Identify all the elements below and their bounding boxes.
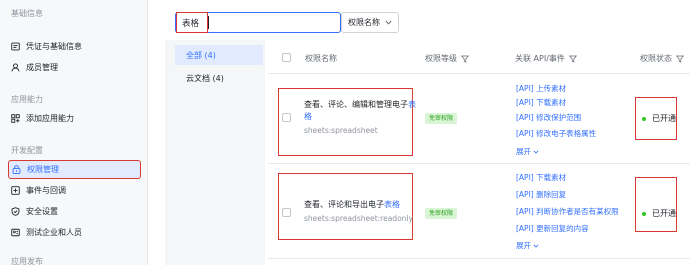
permission-name: 查看、评论和导出电子表格	[304, 200, 400, 209]
api-link[interactable]: [API] 更新回复的内容	[516, 223, 589, 234]
text-caret	[208, 16, 209, 29]
api-link[interactable]: [API] 下载素材	[516, 97, 566, 108]
chevron-down-icon	[385, 19, 392, 27]
sidebar-item-label: 测试企业和人员	[26, 228, 82, 237]
sidebar-item-credentials[interactable]: 凭证与基础信息	[8, 37, 141, 56]
api-link[interactable]: [API] 修改保护范围	[516, 112, 581, 123]
select-all-checkbox[interactable]	[282, 53, 291, 62]
filter-field-select[interactable]: 权限名称	[341, 12, 399, 33]
permission-key: sheets:spreadsheet	[304, 126, 378, 135]
filter-icon[interactable]	[568, 55, 577, 63]
permission-status: 已开通	[642, 113, 676, 124]
status-dot	[642, 116, 646, 121]
category-panel: 全部 (4) 云文档 (4)	[165, 40, 265, 265]
expand-button[interactable]: 展开	[516, 240, 539, 251]
api-link[interactable]: [API] 上传素材	[516, 83, 566, 94]
section-basic-info: 基础信息	[11, 9, 43, 18]
header-related-api[interactable]: 关联 API/事件	[515, 53, 577, 64]
shield-icon	[11, 207, 20, 216]
sidebar-item-permissions[interactable]: 权限管理	[8, 160, 141, 179]
sidebar-item-label: 事件与回调	[26, 186, 66, 195]
chevron-down-icon	[533, 244, 539, 248]
api-link[interactable]: [API] 删除回复	[516, 189, 566, 200]
row-divider	[268, 163, 690, 164]
api-link[interactable]: [API] 修改电子表格属性	[516, 128, 596, 139]
category-cloud-docs[interactable]: 云文档 (4)	[175, 68, 263, 88]
sidebar-item-events[interactable]: 事件与回调	[8, 181, 141, 200]
id-card-icon	[11, 42, 20, 51]
sidebar-item-label: 安全设置	[26, 207, 58, 216]
section-app-release: 应用发布	[11, 257, 43, 265]
header-permission-status[interactable]: 权限状态	[640, 53, 684, 64]
sidebar-item-add-capability[interactable]: 添加应用能力	[8, 109, 141, 128]
sidebar-item-label: 凭证与基础信息	[26, 42, 82, 51]
header-divider	[268, 73, 690, 74]
filter-icon[interactable]	[461, 55, 469, 63]
permission-name: 查看、评论、编辑和管理电子表格	[304, 100, 416, 121]
test-users-icon	[11, 228, 20, 237]
sidebar-item-label: 添加应用能力	[26, 114, 74, 123]
filter-field-label: 权限名称	[348, 18, 380, 27]
apps-add-icon	[11, 114, 20, 123]
sidebar-item-test-enterprise[interactable]: 测试企业和人员	[8, 223, 141, 242]
permission-level-badge: 免审权限	[425, 113, 458, 124]
status-highlight-box	[635, 177, 677, 232]
sidebar-item-label: 成员管理	[26, 63, 58, 72]
sidebar-item-security[interactable]: 安全设置	[8, 202, 141, 221]
sidebar-item-label: 权限管理	[27, 165, 59, 174]
expand-button[interactable]: 展开	[516, 146, 539, 157]
sidebar-item-members[interactable]: 成员管理	[8, 58, 141, 77]
row-divider	[268, 258, 690, 259]
section-app-capability: 应用能力	[11, 95, 43, 104]
filter-icon[interactable]	[676, 55, 684, 63]
permission-key: sheets:spreadsheet:readonly	[304, 214, 413, 223]
user-icon	[11, 63, 20, 72]
api-link[interactable]: [API] 判断协作者是否有某权限	[516, 206, 619, 217]
api-link[interactable]: [API] 下载素材	[516, 172, 566, 183]
event-box-icon	[11, 186, 20, 195]
header-permission-level[interactable]: 权限等级	[425, 53, 469, 64]
status-dot	[642, 211, 646, 216]
header-permission-name: 权限名称	[305, 54, 337, 63]
permission-level-badge: 免审权限	[425, 208, 458, 219]
search-input[interactable]: 表格	[175, 12, 341, 33]
chevron-down-icon	[533, 150, 539, 154]
search-input-value: 表格	[182, 19, 200, 29]
sidebar: 基础信息 凭证与基础信息 成员管理 应用能力 添加应用能力 开发配置 权限管理 …	[0, 0, 148, 265]
permission-status: 已开通	[642, 208, 676, 219]
category-all[interactable]: 全部 (4)	[175, 45, 263, 65]
lock-icon	[12, 165, 21, 174]
section-dev-config: 开发配置	[11, 146, 43, 155]
